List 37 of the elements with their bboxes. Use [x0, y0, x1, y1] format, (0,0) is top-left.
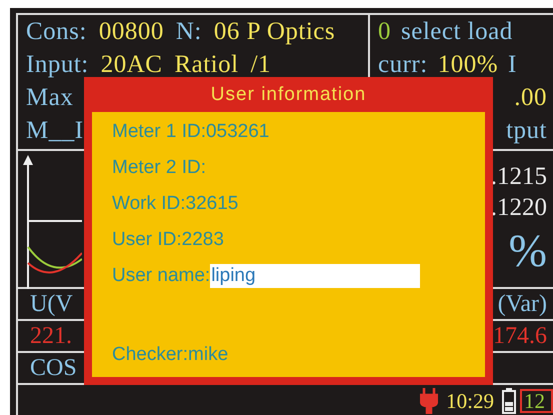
- screen-text: 20AC: [100, 50, 162, 78]
- info-line: Meter 1 ID:053261: [112, 120, 270, 144]
- screen-text: Input:: [26, 50, 89, 78]
- screen-text: .1220: [490, 194, 547, 221]
- screen-text: N:: [176, 18, 202, 46]
- info-line: Checker:mike: [112, 343, 230, 367]
- screen-text: .1215: [490, 163, 547, 190]
- screen-text: (Var): [498, 290, 547, 318]
- screen-text: Cons:: [26, 18, 87, 46]
- info-line: User ID:2283: [112, 228, 225, 252]
- plug-icon: [420, 388, 438, 414]
- screen-text: 221.: [30, 322, 72, 350]
- screen-text: select load: [401, 18, 513, 46]
- screen-text: %: [508, 224, 547, 278]
- screen-text: 100%: [438, 50, 498, 78]
- screen-text: Ratiol: [174, 50, 239, 78]
- screen-text: COS: [30, 354, 77, 382]
- info-line: Work ID:32615: [112, 192, 240, 216]
- screen-text: /1: [250, 50, 272, 78]
- screen-text: 174.6: [493, 322, 547, 350]
- screen-text: tput: [506, 116, 547, 144]
- battery-icon: [502, 388, 516, 414]
- info-line: Meter 2 ID:: [112, 156, 207, 180]
- screen-text: .00: [514, 84, 547, 112]
- dialog-title: User information: [210, 82, 368, 106]
- field-label: User name:: [112, 264, 210, 288]
- screen-text: 00800: [98, 18, 164, 46]
- screen-text: 06 P Optics: [214, 18, 336, 46]
- screen-text: curr:: [378, 50, 428, 78]
- count-indicator: 12: [520, 389, 553, 413]
- screen-text: I: [508, 50, 517, 78]
- screen-text: Max: [26, 84, 74, 112]
- screen-text: M__I: [26, 116, 84, 144]
- user-name-field[interactable]: liping: [210, 264, 420, 288]
- screen-text: 10:29: [446, 390, 494, 412]
- screen-text: U(V: [30, 290, 73, 318]
- screen-text: 0: [378, 18, 391, 46]
